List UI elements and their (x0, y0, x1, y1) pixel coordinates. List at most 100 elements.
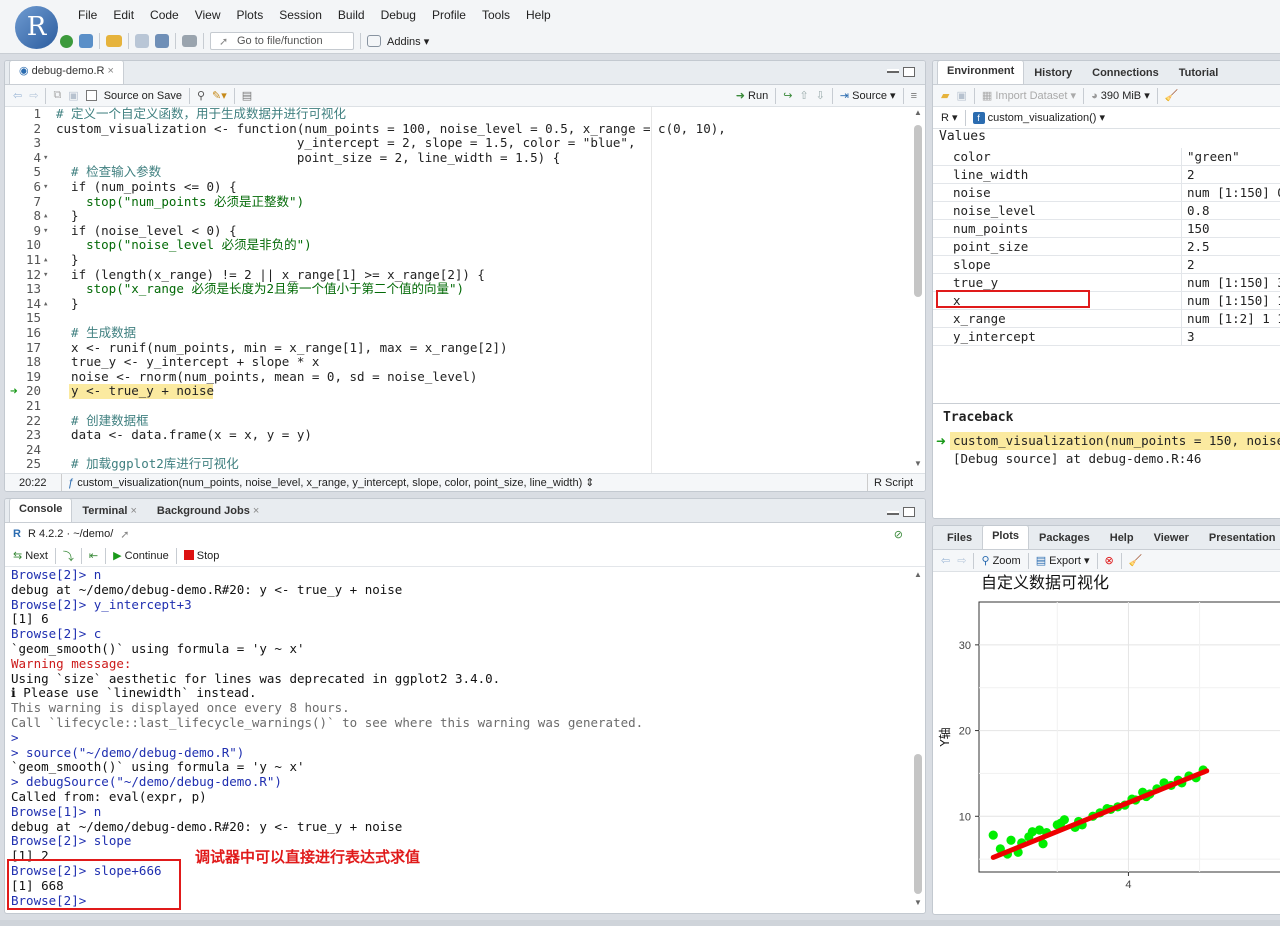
fold-marker[interactable]: ▾ (43, 180, 48, 195)
new-project-icon[interactable] (79, 34, 93, 48)
code-editor[interactable]: 1 # 定义一个自定义函数，用于生成数据并进行可视化 2 custom_visuali… (5, 107, 910, 473)
save-workspace-icon[interactable]: ▣ (956, 89, 966, 102)
import-dataset-menu[interactable]: ▦ Import Dataset ▾ (982, 89, 1076, 102)
tab-plots[interactable]: Plots (982, 526, 1029, 549)
memory-usage[interactable]: ◕ 390 MiB ▾ (1091, 89, 1150, 102)
env-row[interactable]: line_width 2 (933, 166, 1280, 184)
menu-item-help[interactable]: Help (518, 7, 559, 23)
minimize-icon[interactable] (887, 511, 899, 515)
clear-console-icon[interactable]: ⊘ (894, 528, 903, 541)
scroll-down-icon[interactable]: ▼ (914, 459, 922, 468)
finish-icon[interactable]: ⇤ (89, 549, 98, 562)
scroll-up-icon[interactable]: ▲ (914, 108, 922, 117)
save-icon[interactable]: ▣ (68, 89, 78, 102)
menu-item-build[interactable]: Build (330, 7, 373, 23)
document-outline-icon[interactable]: ▤ (242, 89, 252, 102)
env-row[interactable]: num_points 150 (933, 220, 1280, 238)
language-selector[interactable]: R ▾ (941, 111, 958, 124)
addins-menu[interactable]: Addins ▾ (387, 35, 429, 48)
menu-item-view[interactable]: View (187, 7, 229, 23)
close-icon[interactable]: × (127, 505, 136, 517)
save-all-icon[interactable] (155, 34, 169, 48)
env-row[interactable]: point_size 2.5 (933, 238, 1280, 256)
save-icon[interactable] (135, 34, 149, 48)
show-in-window-icon[interactable]: ⧉ (53, 89, 61, 102)
back-arrow-icon[interactable]: ⇦ (13, 89, 22, 102)
fold-marker[interactable]: ▾ (43, 268, 48, 283)
tab-background-jobs[interactable]: Background Jobs × (147, 500, 269, 522)
tab-environment[interactable]: Environment (937, 61, 1025, 84)
tab-console[interactable]: Console (9, 499, 73, 522)
console-scroll-thumb[interactable] (914, 754, 922, 894)
export-menu[interactable]: ▤ Export ▾ (1036, 554, 1090, 567)
up-arrow-icon[interactable]: ⇧ (799, 89, 808, 102)
source-button[interactable]: ⇥ Source ▾ (840, 89, 896, 102)
menu-item-plots[interactable]: Plots (229, 7, 272, 23)
zoom-button[interactable]: ⚲ Zoom (981, 554, 1020, 567)
remove-plot-icon[interactable]: ⊗ (1105, 554, 1114, 567)
scope-selector[interactable]: f custom_visualization() ▾ (972, 111, 1105, 124)
editor-scrollbar[interactable]: ▲ ▼ (911, 107, 925, 473)
open-folder-icon[interactable] (106, 35, 122, 47)
env-row[interactable]: noise_level 0.8 (933, 202, 1280, 220)
editor-scroll-thumb[interactable] (914, 125, 922, 297)
env-row[interactable]: color "green" (933, 148, 1280, 166)
menu-item-profile[interactable]: Profile (424, 7, 474, 23)
broom-icon[interactable]: 🧹 (1129, 554, 1143, 567)
console-scrollbar[interactable]: ▲ ▼ (911, 568, 925, 912)
scroll-down-icon[interactable]: ▼ (914, 898, 922, 907)
tab-packages[interactable]: Packages (1029, 527, 1100, 549)
env-row[interactable]: slope 2 (933, 256, 1280, 274)
goto-file-input[interactable]: ➚ Go to file/function (210, 32, 354, 50)
prev-plot-icon[interactable]: ⇦ (941, 554, 950, 567)
tab-connections[interactable]: Connections (1082, 62, 1169, 84)
run-button[interactable]: ➜ Run (736, 89, 768, 102)
new-file-icon[interactable] (60, 34, 73, 48)
fold-marker[interactable]: ▴ (43, 253, 48, 268)
tab-debug-demo[interactable]: ◉ debug-demo.R × (9, 61, 124, 84)
menu-item-file[interactable]: File (70, 7, 105, 23)
broom-icon[interactable]: 🧹 (1165, 89, 1179, 102)
scroll-up-icon[interactable]: ▲ (914, 570, 922, 579)
menu-item-session[interactable]: Session (271, 7, 330, 23)
fold-marker[interactable]: ▴ (43, 209, 48, 224)
down-arrow-icon[interactable]: ⇩ (816, 89, 825, 102)
tab-presentation[interactable]: Presentation (1199, 527, 1280, 549)
fold-marker[interactable]: ▴ (43, 297, 48, 312)
maximize-icon[interactable] (903, 507, 915, 517)
print-icon[interactable] (182, 35, 197, 47)
load-workspace-icon[interactable]: ▰ (941, 89, 949, 102)
next-plot-icon[interactable]: ⇨ (957, 554, 966, 567)
traceback-entry[interactable]: [Debug source] at debug-demo.R:46 (933, 450, 1280, 468)
tab-viewer[interactable]: Viewer (1144, 527, 1199, 549)
fold-marker[interactable]: ▾ (43, 151, 48, 166)
goto-dir-icon[interactable]: ➚ (120, 528, 129, 541)
menu-item-edit[interactable]: Edit (105, 7, 142, 23)
tab-help[interactable]: Help (1100, 527, 1144, 549)
menu-item-debug[interactable]: Debug (373, 7, 424, 23)
env-row[interactable]: y_intercept 3 (933, 328, 1280, 346)
menu-lines-icon[interactable]: ≡ (911, 90, 917, 102)
step-into-icon[interactable]: ⤵ (63, 548, 74, 564)
grid-layout-icon[interactable] (367, 35, 381, 47)
maximize-icon[interactable] (903, 67, 915, 77)
tab-terminal[interactable]: Terminal × (72, 500, 147, 522)
function-crumb[interactable]: ƒ custom_visualization(num_points, noise… (61, 474, 595, 491)
env-row[interactable]: x_range num [1:2] 1 1 (933, 310, 1280, 328)
stop-button[interactable]: Stop (183, 549, 219, 562)
menu-item-code[interactable]: Code (142, 7, 187, 23)
forward-arrow-icon[interactable]: ⇨ (29, 89, 38, 102)
minimize-icon[interactable] (887, 69, 899, 73)
tab-history[interactable]: History (1024, 62, 1082, 84)
fold-marker[interactable]: ▾ (43, 224, 48, 239)
file-type-selector[interactable]: R Script ⇕ (867, 474, 925, 491)
source-on-save-checkbox[interactable] (85, 90, 97, 101)
next-button[interactable]: ⇆ Next (13, 549, 48, 562)
tab-tutorial[interactable]: Tutorial (1169, 62, 1229, 84)
rerun-icon[interactable]: ↪ (783, 89, 792, 102)
continue-button[interactable]: ▶ Continue (113, 549, 169, 562)
search-icon[interactable]: ⚲ (197, 89, 205, 102)
magic-wand-icon[interactable]: ✎▾ (212, 89, 227, 102)
close-icon[interactable]: × (250, 505, 259, 517)
env-row[interactable]: noise num [1:150] 0 (933, 184, 1280, 202)
